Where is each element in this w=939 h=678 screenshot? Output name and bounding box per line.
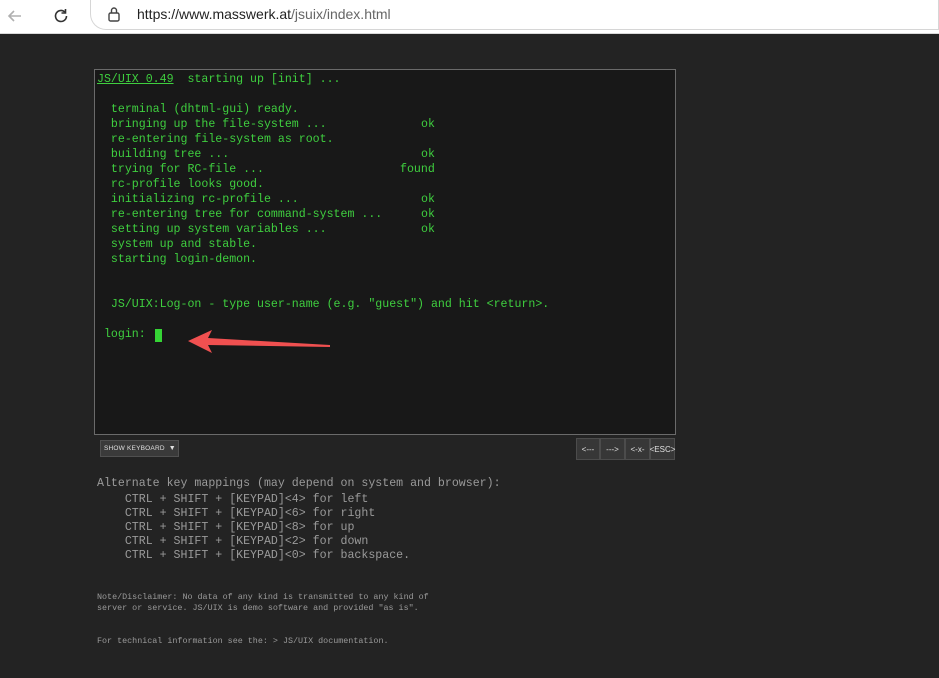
documentation-link[interactable]: > JS/UIX documentation [273,636,384,646]
url-host: https://www.masswerk.at [137,6,292,22]
terminal-line: trying for RC-file ... [97,163,264,176]
show-keyboard-label: SHOW KEYBOARD [104,445,165,452]
terminal-window[interactable]: JS/UIX 0.49 starting up [init] ... termi… [94,69,676,435]
back-button[interactable] [2,4,28,28]
key-mapping: CTRL + SHIFT + [KEYPAD]<0> for backspace… [97,549,411,562]
address-bar[interactable]: https://www.masswerk.at/jsuix/index.html [90,0,939,30]
text-cursor [155,329,162,342]
key-mapping-intro: Alternate key mappings (may depend on sy… [97,477,501,490]
disclaimer-line: Note/Disclaimer: No data of any kind is … [97,592,429,602]
backspace-button[interactable]: <-x- [625,438,650,460]
tech-info-label: For technical information see the: [97,636,273,646]
login-prompt: login: [97,328,153,341]
terminal-line: system up and stable. [97,238,258,251]
jsuix-brand-link[interactable]: JS/UIX 0.49 [97,73,174,86]
url-text[interactable]: https://www.masswerk.at/jsuix/index.html [137,6,391,22]
cursor-left-button[interactable]: <--- [576,438,600,460]
terminal-line: rc-profile looks good. [97,178,264,191]
terminal-line: setting up system variables ... [97,223,327,236]
status-ok: ok [421,208,435,221]
cursor-right-button[interactable]: ---> [600,438,625,460]
reload-icon [54,9,68,23]
status-ok: ok [421,223,435,236]
status-found: found [400,163,435,176]
tech-info: For technical information see the: > JS/… [97,636,389,647]
key-mapping: CTRL + SHIFT + [KEYPAD]<4> for left [97,493,369,506]
show-keyboard-button[interactable]: SHOW KEYBOARD ▼ [100,440,179,457]
browser-toolbar: https://www.masswerk.at/jsuix/index.html [0,0,939,34]
lock-icon[interactable] [107,6,121,22]
terminal-line: bringing up the file-system ... [97,118,327,131]
red-arrow-icon [188,330,330,353]
url-path: /jsuix/index.html [291,6,391,22]
status-ok: ok [421,118,435,131]
chevron-down-icon: ▼ [168,445,176,452]
status-ok: ok [421,193,435,206]
terminal-header: JS/UIX 0.49 starting up [init] ... [97,72,341,87]
tech-info-suffix: . [383,636,389,646]
terminal-line: re-entering file-system as root. [97,133,334,146]
disclaimer-line: server or service. JS/UIX is demo softwa… [97,603,419,613]
key-mapping: CTRL + SHIFT + [KEYPAD]<6> for right [97,507,376,520]
key-mapping: CTRL + SHIFT + [KEYPAD]<8> for up [97,521,355,534]
terminal-line: building tree ... [97,148,230,161]
terminal-line: terminal (dhtml-gui) ready. [97,103,299,116]
terminal-header-text: starting up [init] ... [173,73,341,86]
escape-button[interactable]: <ESC> [650,438,675,460]
arrow-left-icon [7,10,21,22]
terminal-line: starting login-demon. [97,253,258,266]
status-ok: ok [421,148,435,161]
terminal-line: initializing rc-profile ... [97,193,299,206]
terminal-line: re-entering tree for command-system ... [97,208,383,221]
key-mapping: CTRL + SHIFT + [KEYPAD]<2> for down [97,535,369,548]
logon-message: JS/UIX:Log-on - type user-name (e.g. "gu… [97,298,550,311]
reload-button[interactable] [48,4,74,28]
